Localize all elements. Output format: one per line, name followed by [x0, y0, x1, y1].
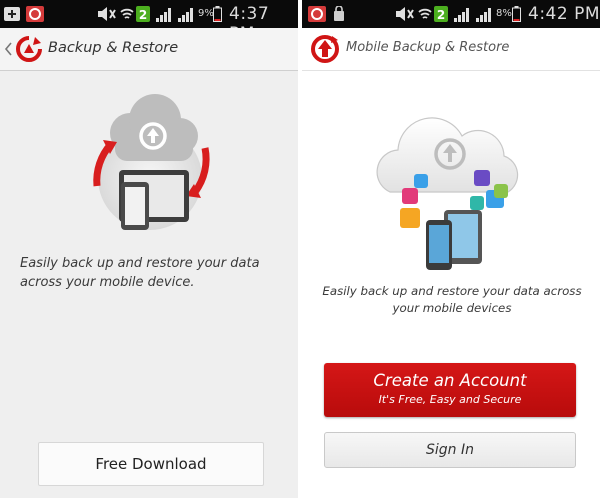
page-title: Backup & Restore	[48, 40, 179, 56]
battery-percent: 8%	[496, 8, 512, 19]
notification-count-icon: 2	[434, 6, 448, 22]
status-time: 4:42 PM	[528, 4, 600, 24]
svg-text:2: 2	[437, 8, 445, 22]
battery-icon	[213, 6, 222, 22]
svg-text:2: 2	[139, 8, 147, 22]
battery-icon	[512, 6, 521, 22]
notification-icons	[4, 6, 44, 22]
status-bar: 2 8% 4:42 PM	[302, 0, 600, 28]
battery-percent: 9%	[198, 8, 214, 19]
chevron-left-icon[interactable]	[4, 42, 12, 56]
page-title: Mobile Backup & Restore	[346, 40, 510, 55]
restore-logo-icon[interactable]	[15, 35, 43, 63]
wifi-icon	[120, 8, 134, 19]
action-bar: Mobile Backup & Restore	[302, 28, 600, 71]
notification-icons	[308, 6, 344, 22]
sign-in-label: Sign In	[426, 442, 474, 458]
create-account-button[interactable]: Create an Account It's Free, Easy and Se…	[324, 363, 576, 417]
tagline: Easily back up and restore your data acr…	[322, 284, 582, 315]
right-phone-screen: 2 8% 4:42 PM Mobile Backup & Restore Eas…	[302, 0, 600, 498]
backup-logo-icon[interactable]	[310, 34, 340, 64]
cloud-apps-devices-icon	[376, 117, 519, 270]
left-phone-screen: 2 9% 4:37 PM Backup & Restore	[0, 0, 298, 498]
free-download-button[interactable]: Free Download	[38, 442, 264, 486]
signal-icon	[156, 8, 193, 22]
mute-icon	[98, 7, 116, 21]
notification-count-icon: 2	[136, 6, 150, 22]
signal-icon	[454, 8, 491, 22]
sign-in-button[interactable]: Sign In	[324, 432, 576, 468]
create-account-sublabel: It's Free, Easy and Secure	[378, 393, 522, 406]
wifi-icon	[418, 8, 432, 19]
status-bar: 2 9% 4:37 PM	[0, 0, 298, 44]
create-account-label: Create an Account	[373, 371, 527, 390]
tagline: Easily back up and restore your data acr…	[20, 256, 260, 290]
mute-icon	[396, 7, 414, 21]
free-download-label: Free Download	[95, 455, 207, 473]
action-bar: Backup & Restore	[0, 28, 298, 71]
cloud-sync-tablet-phone-icon	[93, 94, 210, 230]
